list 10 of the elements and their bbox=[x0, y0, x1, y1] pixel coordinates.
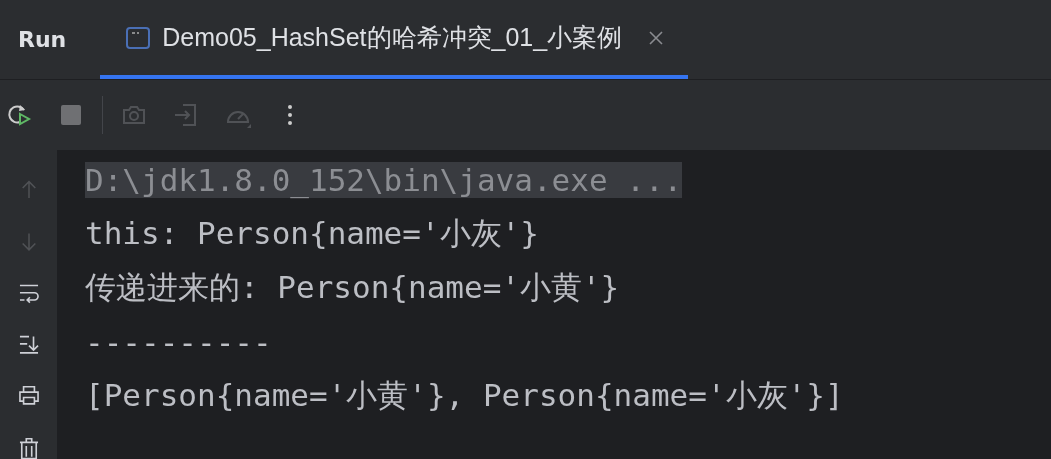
window-icon bbox=[126, 25, 151, 50]
console-output-line: this: Person{name='小灰'} bbox=[85, 214, 539, 253]
stop-icon[interactable] bbox=[58, 102, 84, 128]
console-output-line: [Person{name='小黄'}, Person{name='小灰'}] bbox=[85, 376, 844, 415]
panel-title: Run bbox=[18, 27, 67, 52]
close-icon[interactable] bbox=[648, 29, 665, 46]
rerun-icon[interactable] bbox=[6, 102, 32, 128]
console-output-line: ---------- bbox=[85, 324, 272, 360]
console-output-line: 传递进来的: Person{name='小黄'} bbox=[85, 268, 620, 307]
editor-tab[interactable]: Demo05_HashSet的哈希冲突_01_小案例 bbox=[100, 0, 689, 79]
